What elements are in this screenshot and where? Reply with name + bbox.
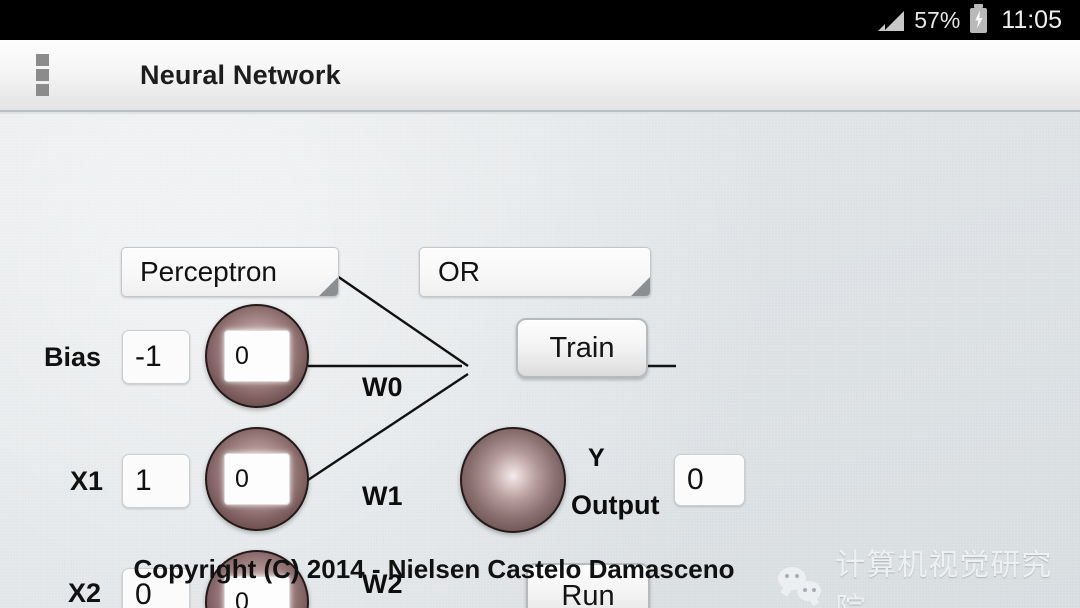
bias-weight-value: 0	[235, 341, 249, 370]
app-root: 57% 11:05 Neural Network Perceptron OR B…	[0, 0, 1080, 608]
x1-input[interactable]: 1	[122, 454, 190, 508]
wechat-icon	[778, 567, 822, 601]
logic-function-spinner[interactable]: OR	[419, 247, 651, 297]
model-type-value: Perceptron	[140, 256, 277, 287]
page-title: Neural Network	[140, 59, 341, 90]
overflow-menu-icon[interactable]	[22, 52, 62, 98]
status-bar: 57% 11:05	[0, 0, 1080, 40]
spinner-triangle-icon	[631, 277, 650, 296]
x1-input-value: 1	[135, 464, 152, 497]
model-type-spinner[interactable]: Perceptron	[121, 247, 339, 297]
x1-neuron: 0	[205, 427, 309, 531]
w1-label: W1	[362, 481, 403, 511]
clock-label: 11:05	[1001, 5, 1062, 34]
output-label: Output	[571, 490, 660, 520]
watermark: 计算机视觉研究院	[778, 540, 1080, 608]
output-neuron	[460, 427, 566, 533]
battery-percent-label: 57%	[914, 6, 961, 33]
bias-input-value: -1	[135, 340, 162, 373]
action-bar: Neural Network	[0, 40, 1080, 112]
w0-label: W0	[362, 372, 403, 402]
train-button[interactable]: Train	[516, 318, 648, 378]
bias-label: Bias	[44, 342, 102, 372]
network-canvas: Perceptron OR Bias X1 X2 -1 1 0 0 0 0 W0…	[0, 114, 1080, 608]
signal-bars-icon	[878, 9, 905, 31]
output-value-field[interactable]: 0	[674, 454, 745, 506]
x1-weight-value: 0	[235, 464, 249, 493]
bias-input[interactable]: -1	[122, 330, 190, 384]
bias-neuron: 0	[205, 304, 309, 408]
x2-weight-value: 0	[235, 587, 249, 608]
x1-weight-input[interactable]: 0	[224, 453, 290, 505]
logic-function-value: OR	[438, 256, 480, 287]
watermark-text: 计算机视觉研究院	[835, 549, 1053, 608]
battery-charging-icon	[970, 3, 988, 33]
spinner-triangle-icon	[319, 277, 338, 296]
x1-label: X1	[70, 466, 104, 496]
y-label: Y	[588, 444, 605, 472]
copyright-label: Copyright (C) 2014 - Nielsen Castelo Dam…	[133, 554, 735, 584]
bias-weight-input[interactable]: 0	[224, 330, 290, 382]
output-value: 0	[687, 463, 704, 496]
